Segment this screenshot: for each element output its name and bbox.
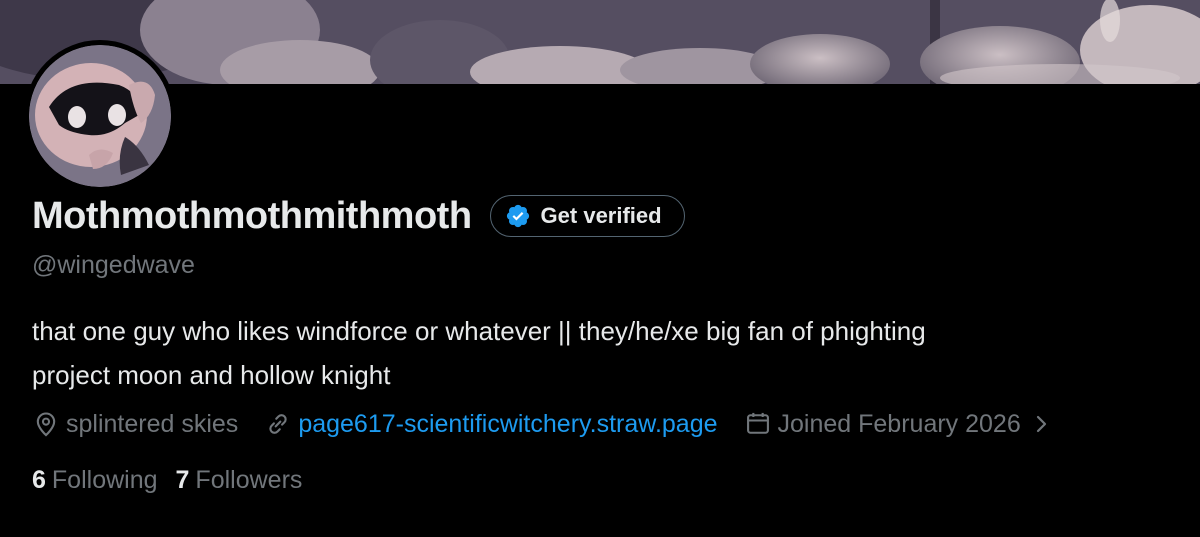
- chevron-right-icon: [1036, 415, 1046, 433]
- location-text: splintered skies: [66, 409, 239, 438]
- followers-link[interactable]: 7 Followers: [176, 466, 303, 495]
- website-link[interactable]: page617-scientificwitchery.straw.page: [298, 410, 717, 439]
- get-verified-button[interactable]: Get verified: [489, 195, 685, 237]
- joined-text: Joined February 2026: [777, 409, 1021, 438]
- calendar-icon: [746, 412, 769, 434]
- profile-avatar[interactable]: [24, 40, 176, 192]
- verified-badge-icon: [506, 204, 529, 228]
- name-row: Mothmothmothmithmoth Get verified: [32, 192, 685, 240]
- profile-meta-row: splintered skies page617-scientificwitch…: [32, 404, 1051, 444]
- followers-label: Followers: [195, 465, 303, 494]
- website-item[interactable]: page617-scientificwitchery.straw.page: [264, 410, 718, 439]
- banner-artwork: [0, 0, 1200, 84]
- user-handle: @wingedwave: [32, 251, 195, 279]
- followers-count: 7: [175, 465, 190, 494]
- profile-banner[interactable]: [0, 0, 1200, 84]
- link-icon: [269, 414, 287, 434]
- bio-line-1: that one guy who likes windforce or what…: [32, 316, 926, 346]
- location-pin-icon: [36, 412, 56, 437]
- display-name: Mothmothmothmithmoth: [32, 194, 472, 237]
- following-link[interactable]: 6 Following: [32, 466, 158, 495]
- profile-bio: that one guy who likes windforce or what…: [32, 309, 1172, 397]
- bio-line-2: project moon and hollow knight: [32, 360, 391, 390]
- follow-stats-row: 6 Following 7 Followers: [32, 460, 302, 500]
- following-count: 6: [32, 465, 46, 494]
- location-item: splintered skies: [32, 410, 238, 439]
- joined-item: Joined February 2026: [744, 410, 1021, 439]
- avatar-image: [29, 45, 171, 187]
- more-details-button[interactable]: [1033, 412, 1051, 436]
- get-verified-label: Get verified: [540, 203, 662, 228]
- following-label: Following: [51, 465, 158, 494]
